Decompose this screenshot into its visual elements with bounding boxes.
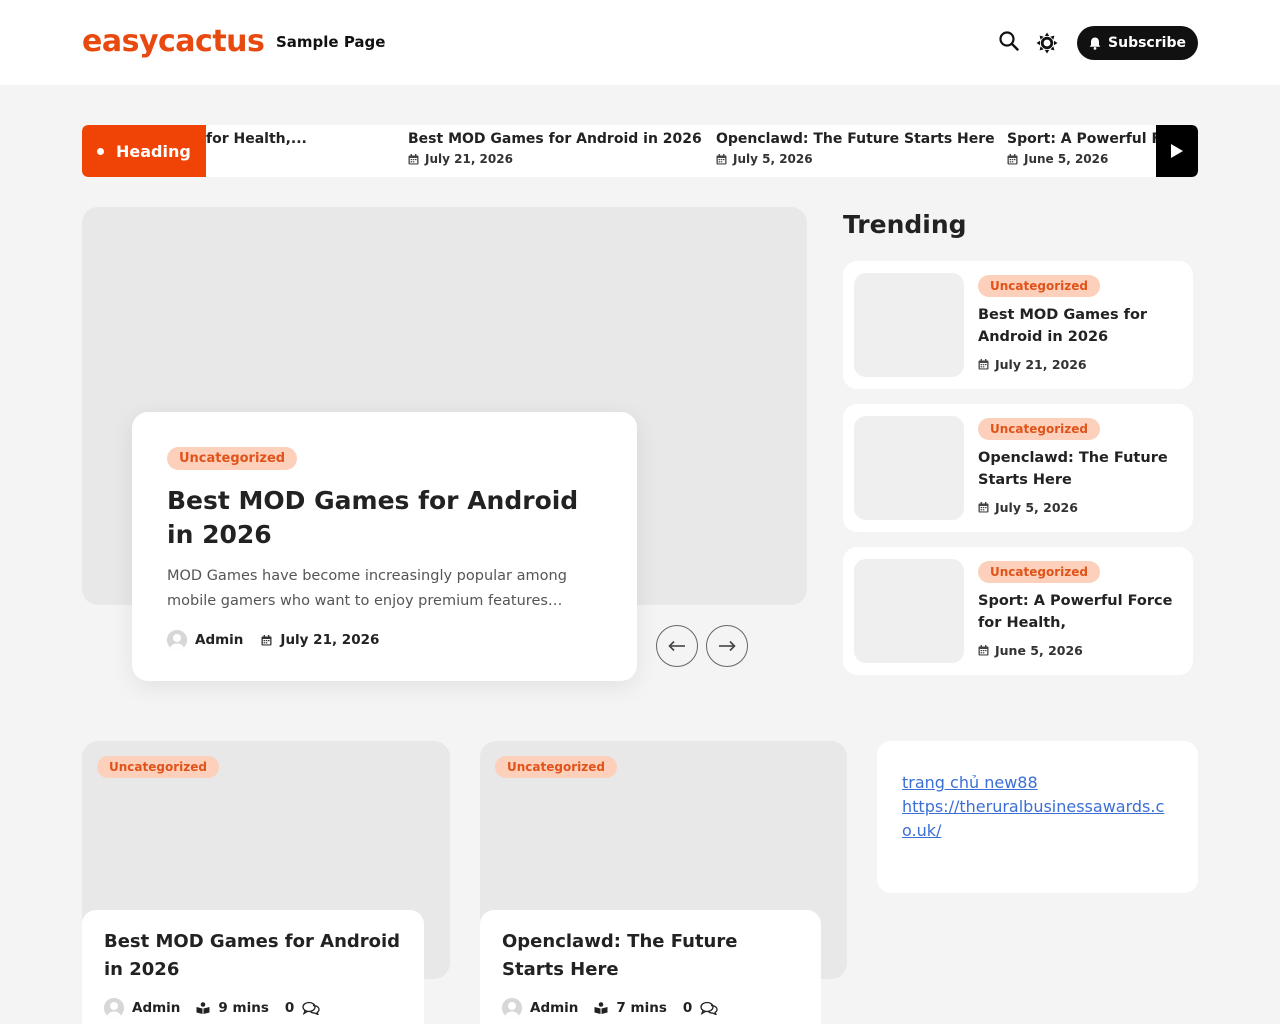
site-logo[interactable]: easycactus bbox=[82, 24, 265, 59]
slider-prev-button[interactable] bbox=[656, 625, 698, 667]
author-avatar bbox=[104, 998, 124, 1018]
post-meta: Admin 9 mins 0 bbox=[104, 998, 402, 1018]
search-icon bbox=[999, 31, 1019, 51]
slider-next-button[interactable] bbox=[706, 625, 748, 667]
trending-date: July 21, 2026 bbox=[978, 357, 1087, 372]
site-header: easycactus Sample Page Subscribe bbox=[0, 0, 1280, 85]
calendar-icon bbox=[408, 153, 419, 164]
sun-icon bbox=[1036, 32, 1058, 54]
trending-item: Uncategorized Sport: A Powerful Force fo… bbox=[843, 547, 1193, 675]
ticker-item-title: Sport: A Powerful F bbox=[1007, 131, 1156, 147]
post-author[interactable]: Admin bbox=[530, 1000, 578, 1016]
trending-thumbnail[interactable] bbox=[854, 273, 964, 377]
book-icon bbox=[594, 1002, 608, 1014]
arrow-left-icon bbox=[668, 640, 685, 652]
hero-category-badge[interactable]: Uncategorized bbox=[167, 447, 298, 470]
ticker-item-date-text: July 21, 2026 bbox=[425, 152, 513, 166]
calendar-icon bbox=[978, 502, 989, 513]
nav-sample-page[interactable]: Sample Page bbox=[276, 33, 385, 51]
calendar-icon bbox=[261, 634, 272, 645]
user-icon bbox=[502, 998, 522, 1018]
trending-heading: Trending bbox=[843, 210, 967, 239]
ticker-item-date-text: June 5, 2026 bbox=[1024, 152, 1109, 166]
trending-date: June 5, 2026 bbox=[978, 643, 1083, 658]
trending-category-badge[interactable]: Uncategorized bbox=[978, 561, 1100, 583]
trending-title[interactable]: Best MOD Games for Android in 2026 bbox=[978, 304, 1183, 348]
ticker-item-date: July 5, 2026 bbox=[716, 152, 995, 166]
widget-link-ruralbusinessawards[interactable]: https://theruralbusinessawards.co.uk/ bbox=[902, 795, 1172, 843]
play-icon bbox=[1171, 144, 1183, 158]
widget-link-new88[interactable]: trang chủ new88 bbox=[902, 771, 1173, 795]
book-icon bbox=[196, 1002, 210, 1014]
post-read-time: 7 mins bbox=[616, 1000, 667, 1016]
ticker-item-title: Openclawd: The Future Starts Here bbox=[716, 131, 995, 147]
trending-category-badge[interactable]: Uncategorized bbox=[978, 418, 1100, 440]
news-ticker: Heading for Health,... Best MOD Games fo… bbox=[82, 125, 1198, 177]
subscribe-label: Subscribe bbox=[1108, 35, 1186, 51]
trending-item: Uncategorized Openclawd: The Future Star… bbox=[843, 404, 1193, 532]
hero-author[interactable]: Admin bbox=[195, 632, 243, 648]
bell-icon bbox=[1089, 37, 1101, 50]
calendar-icon bbox=[978, 359, 989, 370]
ticker-item-date: June 5, 2026 bbox=[1007, 152, 1156, 166]
ticker-item-title: Best MOD Games for Android in 2026 bbox=[408, 131, 702, 147]
user-icon bbox=[104, 998, 124, 1018]
author-avatar bbox=[167, 630, 187, 650]
post-card: Openclawd: The Future Starts Here Admin … bbox=[480, 910, 821, 1024]
ticker-item[interactable]: Openclawd: The Future Starts Here July 5… bbox=[716, 131, 995, 166]
comment-icon[interactable] bbox=[700, 1001, 718, 1015]
ticker-item-date-text: July 5, 2026 bbox=[733, 152, 813, 166]
trending-thumbnail[interactable] bbox=[854, 559, 964, 663]
user-icon bbox=[167, 630, 187, 650]
ticker-item[interactable]: for Health,... bbox=[206, 131, 307, 147]
post-category-badge[interactable]: Uncategorized bbox=[97, 756, 219, 778]
ticker-item[interactable]: Best MOD Games for Android in 2026 July … bbox=[408, 131, 702, 166]
ticker-item[interactable]: Sport: A Powerful F June 5, 2026 bbox=[1007, 131, 1156, 166]
trending-title[interactable]: Openclawd: The Future Starts Here bbox=[978, 447, 1183, 491]
post-meta: Admin 7 mins 0 bbox=[502, 998, 799, 1018]
trending-category-badge[interactable]: Uncategorized bbox=[978, 275, 1100, 297]
trending-thumbnail[interactable] bbox=[854, 416, 964, 520]
post-author[interactable]: Admin bbox=[132, 1000, 180, 1016]
hero-date: July 21, 2026 bbox=[280, 632, 380, 648]
trending-title[interactable]: Sport: A Powerful Force for Health, Comp… bbox=[978, 590, 1183, 634]
hero-post-card: Uncategorized Best MOD Games for Android… bbox=[132, 412, 637, 681]
ticker-play-button[interactable] bbox=[1156, 125, 1198, 177]
hero-post-excerpt: MOD Games have become increasingly popul… bbox=[167, 568, 567, 609]
calendar-icon bbox=[716, 153, 727, 164]
post-comment-count: 0 bbox=[284, 1000, 295, 1016]
ticker-item-title: for Health,... bbox=[206, 131, 307, 147]
calendar-icon bbox=[1007, 153, 1018, 164]
ticker-item-date: July 21, 2026 bbox=[408, 152, 702, 166]
trending-title-text: Sport: A Powerful Force for Health, Comp… bbox=[978, 593, 1173, 631]
post-read-time: 9 mins bbox=[218, 1000, 269, 1016]
comment-icon[interactable] bbox=[302, 1001, 320, 1015]
ticker-dot-icon bbox=[97, 147, 104, 155]
ticker-track: for Health,... Best MOD Games for Androi… bbox=[206, 125, 1156, 177]
post-comment-count: 0 bbox=[682, 1000, 693, 1016]
hero-post-meta: Admin July 21, 2026 bbox=[167, 630, 602, 650]
trending-date: July 5, 2026 bbox=[978, 500, 1078, 515]
post-category-badge[interactable]: Uncategorized bbox=[495, 756, 617, 778]
post-title[interactable]: Best MOD Games for Android in 2026 bbox=[104, 928, 404, 984]
trending-item: Uncategorized Best MOD Games for Android… bbox=[843, 261, 1193, 389]
subscribe-button[interactable]: Subscribe bbox=[1077, 26, 1198, 60]
theme-toggle-button[interactable] bbox=[1036, 32, 1058, 54]
ticker-label-text: Heading bbox=[116, 141, 191, 161]
trending-date-text: July 21, 2026 bbox=[995, 357, 1087, 372]
search-button[interactable] bbox=[999, 31, 1021, 53]
hero-post-title[interactable]: Best MOD Games for Android in 2026 bbox=[167, 484, 597, 552]
trending-date-text: July 5, 2026 bbox=[995, 500, 1078, 515]
post-title[interactable]: Openclawd: The Future Starts Here bbox=[502, 928, 802, 984]
post-card: Best MOD Games for Android in 2026 Admin… bbox=[82, 910, 424, 1024]
links-widget: trang chủ new88 https://theruralbusiness… bbox=[877, 741, 1198, 893]
trending-date-text: June 5, 2026 bbox=[995, 643, 1083, 658]
ticker-label: Heading bbox=[82, 125, 206, 177]
calendar-icon bbox=[978, 645, 989, 656]
author-avatar bbox=[502, 998, 522, 1018]
arrow-right-icon bbox=[719, 640, 736, 652]
